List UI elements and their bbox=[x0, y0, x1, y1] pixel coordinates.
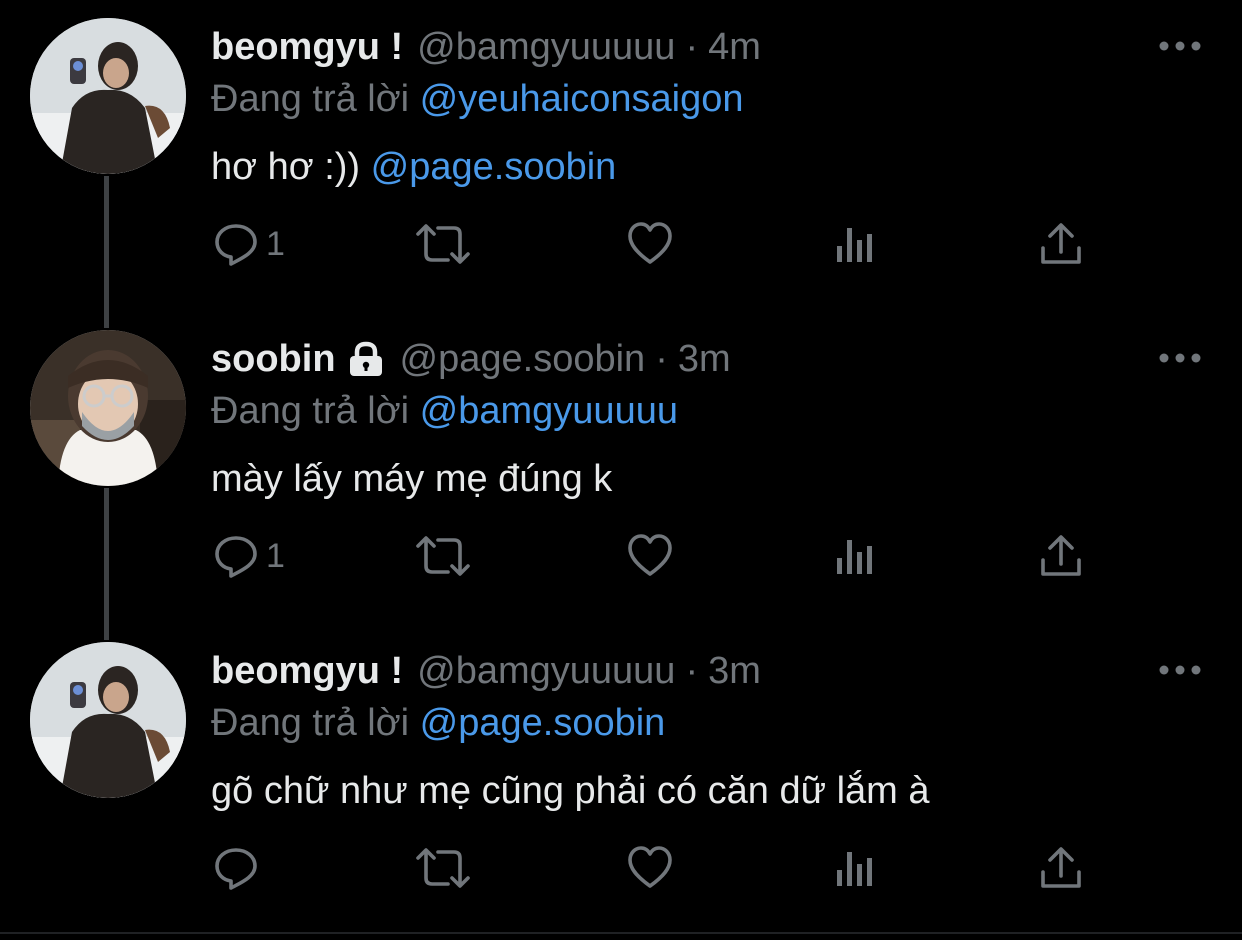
share-icon bbox=[1041, 847, 1081, 888]
reply-prefix: Đang trả lời bbox=[211, 390, 410, 432]
tweet-text-content: mày lấy máy mẹ đúng k bbox=[211, 458, 613, 500]
tweet-header: beomgyu ! @bamgyuuuuu · 3m bbox=[211, 648, 761, 694]
user-handle[interactable]: @bamgyuuuuu bbox=[417, 648, 675, 694]
reply-count: 1 bbox=[266, 224, 285, 263]
reply-to-mention[interactable]: @yeuhaiconsaigon bbox=[420, 78, 744, 120]
separator-dot: · bbox=[655, 338, 668, 380]
reply-prefix: Đang trả lời bbox=[211, 78, 410, 120]
reply-to-mention[interactable]: @bamgyuuuuu bbox=[420, 390, 678, 432]
display-name[interactable]: beomgyu ! bbox=[211, 24, 403, 70]
retweet-icon bbox=[416, 224, 470, 264]
retweet-button[interactable] bbox=[414, 526, 472, 586]
display-name[interactable]: beomgyu ! bbox=[211, 648, 403, 694]
views-icon bbox=[837, 852, 872, 886]
tweet-text: mày lấy máy mẹ đúng k bbox=[211, 456, 612, 502]
more-icon[interactable] bbox=[1158, 38, 1202, 54]
share-button[interactable] bbox=[1038, 214, 1084, 274]
reply-context: Đang trả lời @yeuhaiconsaigon bbox=[211, 76, 743, 122]
share-button[interactable] bbox=[1038, 838, 1084, 898]
tweet-header: soobin @page.soobin · 3m bbox=[211, 336, 731, 382]
retweet-icon bbox=[416, 848, 470, 888]
views-icon bbox=[837, 540, 872, 574]
tweet-actions: 1 bbox=[0, 214, 1242, 274]
reply-to-mention[interactable]: @page.soobin bbox=[420, 702, 666, 744]
share-button[interactable] bbox=[1038, 526, 1084, 586]
tweet-text-content: gõ chữ như mẹ cũng phải có căn dữ lắm à bbox=[211, 770, 930, 812]
like-icon bbox=[628, 534, 672, 576]
views-button[interactable] bbox=[834, 214, 878, 274]
separator-dot: · bbox=[685, 26, 699, 68]
avatar[interactable] bbox=[30, 18, 186, 174]
tweet-actions: 1 bbox=[0, 526, 1242, 586]
timestamp[interactable]: 4m bbox=[708, 24, 761, 70]
reply-context: Đang trả lời @bamgyuuuuu bbox=[211, 388, 678, 434]
more-icon[interactable] bbox=[1158, 662, 1202, 678]
tweet-header: beomgyu ! @bamgyuuuuu · 4m bbox=[211, 24, 761, 70]
avatar[interactable] bbox=[30, 330, 186, 486]
avatar[interactable] bbox=[30, 642, 186, 798]
retweet-button[interactable] bbox=[414, 838, 472, 898]
reply-count: 1 bbox=[266, 536, 285, 575]
like-icon bbox=[628, 222, 672, 264]
reply-icon bbox=[215, 224, 257, 266]
tweet-text-content: hơ hơ :)) bbox=[211, 146, 361, 188]
views-button[interactable] bbox=[834, 838, 878, 898]
bottom-divider bbox=[0, 932, 1242, 934]
separator-dot: · bbox=[685, 650, 699, 692]
user-handle[interactable]: @page.soobin bbox=[400, 336, 646, 382]
tweet[interactable]: soobin @page.soobin · 3m Đang trả lời @b… bbox=[0, 312, 1242, 624]
reply-prefix: Đang trả lời bbox=[211, 702, 410, 744]
like-button[interactable] bbox=[626, 838, 674, 898]
display-name[interactable]: soobin bbox=[211, 336, 336, 382]
tweet[interactable]: beomgyu ! @bamgyuuuuu · 4m Đang trả lời … bbox=[0, 0, 1242, 312]
views-button[interactable] bbox=[834, 526, 878, 586]
share-icon bbox=[1041, 535, 1081, 576]
like-icon bbox=[628, 846, 672, 888]
share-icon bbox=[1041, 223, 1081, 264]
tweet[interactable]: beomgyu ! @bamgyuuuuu · 3m Đang trả lời … bbox=[0, 624, 1242, 936]
retweet-icon bbox=[416, 536, 470, 576]
views-icon bbox=[837, 228, 872, 262]
more-icon[interactable] bbox=[1158, 350, 1202, 366]
tweet-text: hơ hơ :)) @page.soobin bbox=[211, 144, 616, 190]
tweet-actions bbox=[0, 838, 1242, 898]
tweet-mention[interactable]: @page.soobin bbox=[371, 146, 617, 188]
like-button[interactable] bbox=[626, 526, 674, 586]
reply-button[interactable]: 1 bbox=[212, 214, 285, 274]
reply-button[interactable]: 1 bbox=[212, 526, 285, 586]
reply-button[interactable] bbox=[212, 838, 266, 898]
user-handle[interactable]: @bamgyuuuuu bbox=[417, 24, 675, 70]
reply-icon bbox=[215, 536, 257, 578]
retweet-button[interactable] bbox=[414, 214, 472, 274]
like-button[interactable] bbox=[626, 214, 674, 274]
timestamp[interactable]: 3m bbox=[708, 648, 761, 694]
timestamp[interactable]: 3m bbox=[678, 336, 731, 382]
tweet-text: gõ chữ như mẹ cũng phải có căn dữ lắm à bbox=[211, 768, 930, 814]
reply-icon bbox=[215, 848, 257, 890]
reply-context: Đang trả lời @page.soobin bbox=[211, 700, 665, 746]
lock-icon bbox=[349, 341, 382, 376]
